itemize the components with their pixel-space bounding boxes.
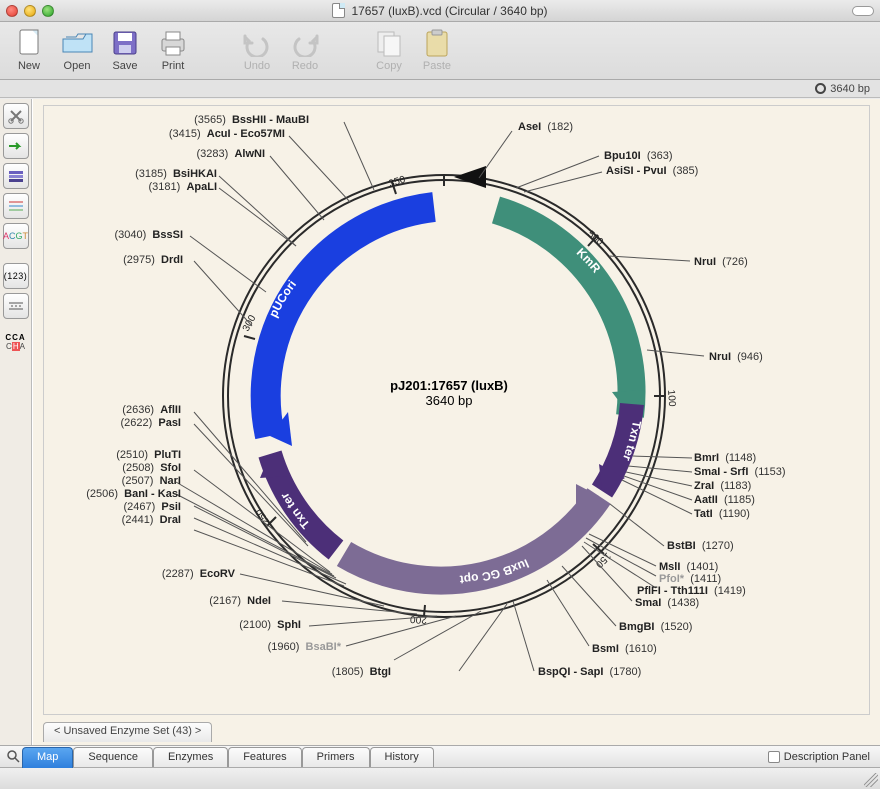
site-bsssi: (3040) BssSI (115, 229, 184, 241)
site-bsabi: (1960) BsaBI* (268, 641, 341, 653)
site-bsihkai: (3185) BsiHKAI (135, 168, 217, 180)
plasmid-map: 500 1000 1500 2000 2500 3000 3500 (44, 106, 874, 726)
site-ecorv: (2287) EcoRV (162, 568, 235, 580)
window-title: 17657 (luxB).vcd (Circular / 3640 bp) (0, 3, 880, 18)
site-drai: (2441) DraI (122, 514, 181, 526)
length-readout: 3640 bp (830, 83, 870, 95)
map-canvas[interactable]: 500 1000 1500 2000 2500 3000 3500 (32, 99, 880, 745)
site-bmgbi: BmgBI (1520) (619, 621, 692, 633)
toolbar-toggle-pill[interactable] (852, 6, 874, 16)
site-bstbi: BstBI (1270) (667, 540, 734, 552)
titlebar: 17657 (luxB).vcd (Circular / 3640 bp) (0, 0, 880, 22)
site-smai: SmaI (1438) (635, 597, 699, 609)
svg-text:3000: 3000 (44, 106, 259, 333)
tool-arrow[interactable] (3, 133, 29, 159)
site-tati: TatI (1190) (694, 508, 750, 520)
site-sphi: (2100) SphI (239, 619, 301, 631)
print-button[interactable]: Print (156, 26, 190, 72)
site-pfoi: PfoI* (1411) (659, 573, 721, 585)
tab-history[interactable]: History (370, 747, 434, 768)
checkbox-icon (768, 751, 780, 763)
site-aatii: AatII (1185) (694, 494, 755, 506)
site-acui: (3415) AcuI - Eco57MI (169, 128, 285, 140)
tool-cca[interactable]: CCA CHA (5, 333, 25, 351)
search-icon[interactable] (4, 746, 22, 767)
site-pluti: (2510) PluTI (116, 449, 181, 461)
site-asisi: AsiSI - PvuI (385) (606, 165, 698, 177)
paste-button[interactable]: Paste (420, 26, 454, 72)
infobar: 3640 bp (0, 80, 880, 98)
copy-button[interactable]: Copy (372, 26, 406, 72)
site-bsshii: (3565) BssHII - MauBI (194, 114, 309, 126)
undo-button[interactable]: Undo (240, 26, 274, 72)
site-msli: MslI (1401) (659, 561, 718, 573)
topology-icon (815, 83, 826, 94)
tool-lines[interactable] (3, 193, 29, 219)
tool-scissors[interactable] (3, 103, 29, 129)
site-bspqi: BspQI - SapI (1780) (538, 666, 641, 678)
site-apali: (3181) ApaLI (149, 181, 217, 193)
window-title-text: 17657 (luxB).vcd (Circular / 3640 bp) (351, 4, 547, 18)
document-icon (332, 3, 345, 18)
tab-map[interactable]: Map (22, 747, 73, 768)
view-tabs: Map Sequence Enzymes Features Primers Hi… (0, 745, 880, 767)
site-nrui-2: NruI (946) (709, 351, 763, 363)
tab-features[interactable]: Features (228, 747, 301, 768)
toolbar: New Open Save Print Undo Redo Copy (0, 22, 880, 80)
svg-text:2000: 2000 (44, 106, 427, 625)
tab-sequence[interactable]: Sequence (73, 747, 153, 768)
map-canvas-inner: 500 1000 1500 2000 2500 3000 3500 (43, 105, 870, 715)
site-nari: (2507) NarI (122, 475, 181, 487)
resize-grip[interactable] (864, 773, 878, 787)
tool-bars[interactable] (3, 293, 29, 319)
tool-acgt[interactable]: ACGT (3, 223, 29, 249)
tab-primers[interactable]: Primers (302, 747, 370, 768)
site-nrui-1: NruI (726) (694, 256, 748, 268)
main-area: ACGT (123) CCA CHA (0, 99, 880, 745)
site-ndei: (2167) NdeI (209, 595, 271, 607)
open-button[interactable]: Open (60, 26, 94, 72)
site-aflii: (2636) AflII (122, 404, 181, 416)
bottom-bar: Map Sequence Enzymes Features Primers Hi… (0, 745, 880, 789)
site-bani: (2506) BanI - KasI (86, 488, 181, 500)
site-bpu10i: Bpu10I (363) (604, 150, 673, 162)
tab-enzymes[interactable]: Enzymes (153, 747, 228, 768)
site-bsmi: BsmI (1610) (592, 643, 657, 655)
enzyme-set-tab[interactable]: < Unsaved Enzyme Set (43) > (43, 722, 212, 742)
site-smai-srfi: SmaI - SrfI (1153) (694, 466, 786, 478)
side-toolbar: ACGT (123) CCA CHA (0, 99, 32, 745)
site-sfoi: (2508) SfoI (122, 462, 181, 474)
site-pflfi: PflFI - Tth111I (1419) (637, 585, 746, 597)
save-button[interactable]: Save (108, 26, 142, 72)
redo-button[interactable]: Redo (288, 26, 322, 72)
new-button[interactable]: New (12, 26, 46, 72)
plasmid-center-label: pJ201:17657 (luxB) 3640 bp (344, 378, 554, 408)
site-btgi: (1805) BtgI (332, 666, 391, 678)
description-panel-toggle[interactable]: Description Panel (768, 746, 880, 767)
statusbar (0, 767, 880, 789)
site-asei: AseI (182) (518, 121, 573, 133)
site-drdi: (2975) DrdI (123, 254, 183, 266)
site-bmri: BmrI (1148) (694, 452, 756, 464)
tool-123[interactable]: (123) (3, 263, 29, 289)
site-alwni: (3283) AlwNI (197, 148, 265, 160)
site-psii: (2467) PsiI (124, 501, 182, 513)
tool-stack[interactable] (3, 163, 29, 189)
site-zrai: ZraI (1183) (694, 480, 751, 492)
site-pasi: (2622) PasI (120, 417, 181, 429)
